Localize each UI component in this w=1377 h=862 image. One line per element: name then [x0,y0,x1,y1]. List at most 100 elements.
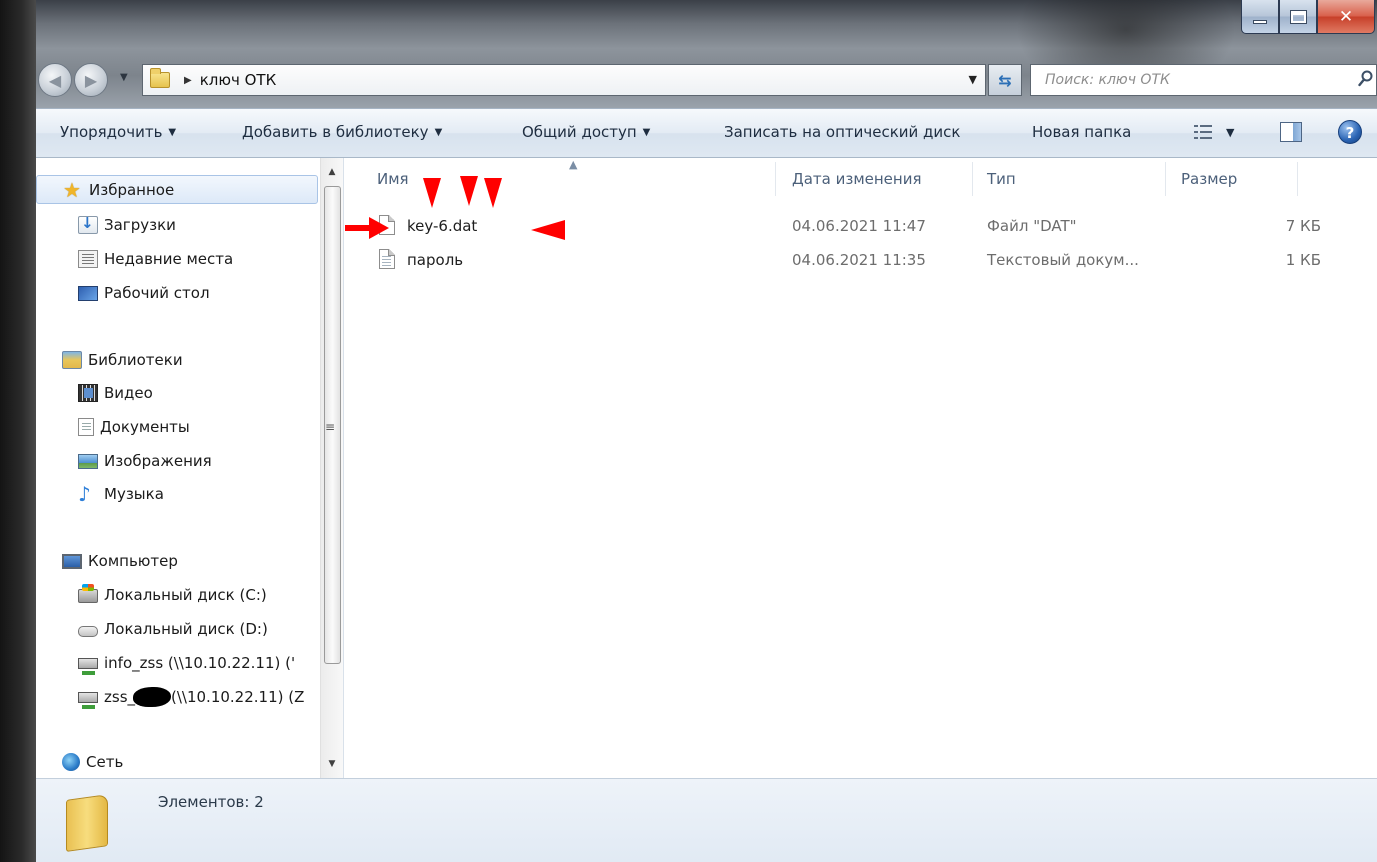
sidebar-item-label: Сеть [86,753,124,771]
sidebar-scrollbar[interactable]: ▲ ≡ ▼ [320,158,343,778]
close-button[interactable]: ✕ [1317,0,1375,34]
search-input[interactable] [1045,72,1345,88]
annotation-arrows-down [423,176,502,208]
preview-pane-icon[interactable] [1280,122,1302,142]
minimize-button[interactable] [1241,0,1279,34]
sidebar-item-images[interactable]: Изображения [78,449,212,473]
recent-places-icon [78,250,98,268]
scroll-down-arrow-icon[interactable]: ▼ [321,754,343,774]
sidebar-item-label: Библиотеки [88,351,183,369]
sidebar-item-favorites[interactable]: ★ Избранное [36,175,318,204]
column-separator[interactable] [972,162,973,196]
breadcrumb-chevron-icon[interactable]: ▶ [184,75,192,86]
scrollbar-grip-icon: ≡ [325,420,336,434]
scroll-up-arrow-icon[interactable]: ▲ [321,162,343,182]
burn-button[interactable]: Записать на оптический диск [724,123,960,141]
sort-ascending-icon: ▲ [569,158,578,171]
hard-disk-icon [78,625,98,637]
new-folder-label: Новая папка [1032,123,1132,141]
sidebar-item-disk-c[interactable]: Локальный диск (C:) [78,583,267,607]
column-header-date[interactable]: Дата изменения [792,170,922,188]
add-to-library-label: Добавить в библиотеку [242,123,429,141]
file-icon [379,215,395,235]
column-header-type[interactable]: Тип [987,170,1016,188]
star-icon: ★ [63,177,81,202]
desktop-background-strip [0,0,36,862]
sidebar-item-libraries[interactable]: Библиотеки [62,348,183,372]
file-size: 1 КБ [1285,251,1321,269]
column-separator[interactable] [775,162,776,196]
maximize-button[interactable] [1279,0,1317,34]
details-pane: Элементов: 2 [36,778,1377,862]
sidebar-item-label: Недавние места [104,250,234,268]
item-count: Элементов: 2 [158,793,264,811]
explorer-window: ✕ ◀ ▶ ▼ ▶ ключ ОТК ▼ ⇆ Упорядочить ▼ Доба… [36,0,1377,862]
column-separator[interactable] [1297,162,1298,196]
file-row-key[interactable]: key-6.dat 04.06.2021 11:47 Файл "DAT" 7 … [373,213,1321,241]
search-icon[interactable] [1358,70,1374,88]
music-note-icon: ♪ [78,482,91,506]
address-dropdown-icon[interactable]: ▼ [969,73,977,86]
sidebar-item-label: Музыка [104,485,164,503]
back-button[interactable]: ◀ [38,63,72,97]
column-separator[interactable] [1165,162,1166,196]
address-bar[interactable]: ▶ ключ ОТК ▼ [142,64,986,96]
sidebar-item-disk-d[interactable]: Локальный диск (D:) [78,617,268,641]
network-drive-icon [78,691,98,709]
add-to-library-button[interactable]: Добавить в библиотеку ▼ [242,123,442,141]
column-header-size[interactable]: Размер [1181,170,1237,188]
sidebar-item-network-drive-zss[interactable]: zss_ (\\10.10.22.11) (Z [78,685,320,709]
sidebar-item-computer[interactable]: Компьютер [62,549,178,573]
close-icon: ✕ [1338,6,1354,27]
share-button[interactable]: Общий доступ ▼ [522,123,650,141]
network-drive-icon [78,657,98,675]
documents-icon [78,418,94,436]
folder-icon [150,68,170,88]
sidebar-item-label: Рабочий стол [104,284,210,302]
back-arrow-icon: ◀ [48,70,62,90]
navigation-pane: ★ Избранное Загрузки Недавние места Рабо… [36,158,344,778]
column-header-name[interactable]: Имя [377,170,409,188]
sidebar-item-label: Локальный диск (D:) [104,620,268,638]
sidebar-item-network[interactable]: Сеть [62,750,123,774]
recent-pages-dropdown[interactable]: ▼ [120,72,128,83]
window-controls: ✕ [1241,0,1375,36]
sidebar-item-desktop[interactable]: Рабочий стол [78,281,210,305]
sidebar-item-video[interactable]: Видео [78,381,153,405]
organize-label: Упорядочить [60,123,163,141]
downloads-folder-icon [78,214,98,234]
text-file-icon [379,249,395,269]
folder-icon [66,794,108,852]
file-type: Текстовый докум... [987,251,1139,269]
sidebar-item-label: Документы [100,418,190,436]
forward-button[interactable]: ▶ [74,63,108,97]
refresh-button[interactable]: ⇆ [988,64,1022,96]
organize-button[interactable]: Упорядочить ▼ [60,123,176,141]
sidebar-item-label: Избранное [89,180,175,199]
command-bar: Упорядочить ▼ Добавить в библиотеку ▼ Общи… [36,108,1377,158]
sidebar-item-documents[interactable]: Документы [78,415,190,439]
sidebar-item-label: Видео [104,384,153,402]
video-icon [78,384,98,402]
sidebar-item-downloads[interactable]: Загрузки [78,213,176,237]
sidebar-item-label: Компьютер [88,552,178,570]
help-button[interactable]: ? [1338,120,1362,144]
title-bar: ✕ ◀ ▶ ▼ ▶ ключ ОТК ▼ ⇆ [36,0,1377,108]
sidebar-item-network-drive-info[interactable]: info_zss (\\10.10.22.11) (' [78,651,320,675]
sidebar-item-label: Загрузки [104,216,176,234]
sidebar-item-music[interactable]: ♪ Музыка [78,482,164,506]
sidebar-item-recent-places[interactable]: Недавние места [78,247,233,271]
search-box[interactable] [1030,64,1377,96]
file-list: ▲ Имя Дата изменения Тип Размер key-6.da… [345,158,1377,778]
file-row-password[interactable]: пароль 04.06.2021 11:35 Текстовый докум.… [373,247,1321,275]
images-icon [78,453,98,469]
share-label: Общий доступ [522,123,637,141]
hard-disk-icon [78,584,98,603]
new-folder-button[interactable]: Новая папка [1032,123,1131,141]
breadcrumb-current[interactable]: ключ ОТК [200,71,277,89]
view-options-icon[interactable] [1194,124,1212,140]
view-dropdown-icon[interactable]: ▼ [1226,126,1234,139]
forward-arrow-icon: ▶ [84,70,98,90]
library-icon [62,351,82,369]
file-size: 7 КБ [1285,217,1321,235]
